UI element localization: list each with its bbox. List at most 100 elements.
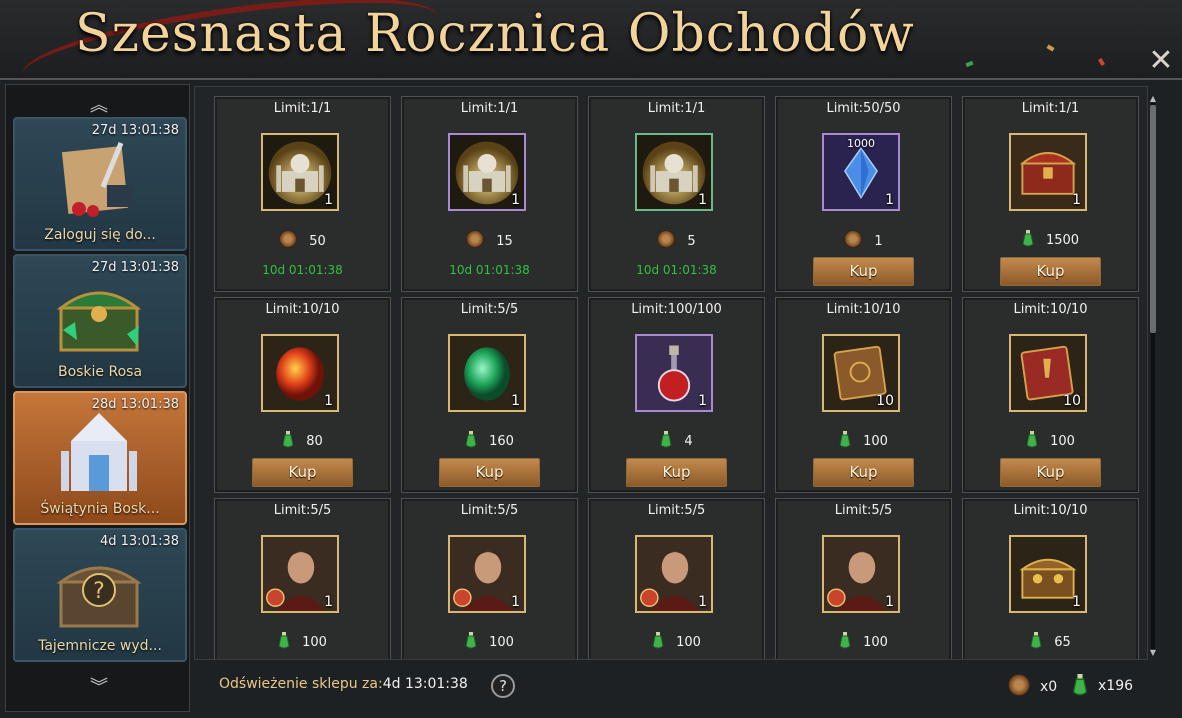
purchase-limit: Limit:10/10 [1013, 302, 1088, 317]
purchase-limit: Limit:50/50 [826, 101, 901, 116]
shop-item-card[interactable]: Limit:5/5 1 160 Kup [401, 297, 578, 493]
potion-icon [839, 431, 851, 448]
shop-item-card[interactable]: Limit:1/1 1 1500 Kup [962, 96, 1139, 292]
sidebar-item-label: Świątynia Bosk... [40, 501, 160, 517]
item-icon-frame[interactable]: 1000 1 [822, 133, 900, 211]
shop-item-card[interactable]: Limit:5/5 1 100 [214, 498, 391, 659]
header-bar: Szesnasta Rocznica Obchodów ✕ [0, 0, 1182, 113]
item-quantity: 1 [698, 192, 707, 208]
buy-button[interactable]: Kup [813, 458, 914, 487]
emerald-chest-icon [51, 274, 147, 360]
purchase-limit: Limit:100/100 [631, 302, 722, 317]
price-value: 5 [687, 234, 696, 249]
shop-item-card[interactable]: Limit:10/10 10 100 Kup [775, 297, 952, 493]
item-icon-frame[interactable]: 1 [448, 334, 526, 412]
item-icon-frame[interactable]: 10 [1009, 334, 1087, 412]
item-quantity: 10 [1063, 393, 1081, 409]
price-value: 65 [1054, 635, 1071, 650]
scrollbar[interactable]: ▲ ▼ [1148, 95, 1158, 657]
purchase-limit: Limit:1/1 [647, 101, 706, 116]
item-icon-frame[interactable]: 1 [822, 535, 900, 613]
buy-button[interactable]: Kup [1000, 257, 1101, 286]
coin-icon [466, 230, 485, 248]
shop-item-card[interactable]: Limit:10/10 10 100 Kup [962, 297, 1139, 493]
item-price: 100 [402, 632, 577, 650]
mystery-chest-icon: ? [51, 548, 147, 634]
item-quantity: 1 [511, 393, 520, 409]
item-icon-frame[interactable]: 1 [635, 133, 713, 211]
scroll-down-icon[interactable]: ︾ [86, 673, 112, 698]
item-icon-frame[interactable]: 1 [261, 535, 339, 613]
item-quantity: 1 [1072, 192, 1081, 208]
shop-item-card[interactable]: Limit:10/10 1 80 Kup [214, 297, 391, 493]
sidebar-item[interactable]: 27d 13:01:38 Boskie Rosa [13, 254, 187, 388]
item-icon-frame[interactable]: 1 [448, 133, 526, 211]
item-icon-frame[interactable]: 1 [261, 334, 339, 412]
sidebar-item[interactable]: 28d 13:01:38 Świątynia Bosk... [13, 391, 187, 525]
shop-item-card[interactable]: Limit:1/1 1 5 10d 01:01:38 [588, 96, 765, 292]
shop-item-card[interactable]: Limit:1/1 1 15 10d 01:01:38 [401, 96, 578, 292]
scroll-down-arrow-icon[interactable]: ▼ [1148, 649, 1158, 657]
scroll-up-icon[interactable]: ︽ [86, 91, 112, 116]
price-value: 100 [863, 635, 888, 650]
event-timer: 4d 13:01:38 [99, 534, 179, 549]
temple-icon [51, 411, 147, 497]
price-value: 100 [1050, 434, 1075, 449]
item-quantity: 1 [885, 192, 894, 208]
purchase-limit: Limit:1/1 [273, 101, 332, 116]
coin-icon [279, 230, 298, 248]
confetti [1098, 57, 1105, 67]
item-quantity: 1 [324, 192, 333, 208]
shop-item-card[interactable]: Limit:5/5 1 100 [588, 498, 765, 659]
offer-timer: 10d 01:01:38 [449, 263, 530, 277]
shop-item-card[interactable]: Limit:50/50 1000 1 1 Kup [775, 96, 952, 292]
shop-item-card[interactable]: Limit:10/10 1 65 [962, 498, 1139, 659]
buy-button[interactable]: Kup [626, 458, 727, 487]
shop-item-card[interactable]: Limit:5/5 1 100 [401, 498, 578, 659]
help-icon[interactable]: ? [491, 674, 515, 698]
potion-icon [660, 431, 672, 448]
purchase-limit: Limit:5/5 [460, 302, 519, 317]
item-icon-frame[interactable]: 1 [261, 133, 339, 211]
item-icon-frame[interactable]: 1 [635, 334, 713, 412]
event-timer: 27d 13:01:38 [91, 123, 179, 138]
item-icon-frame[interactable]: 1 [1009, 535, 1087, 613]
item-price: 5 [589, 230, 764, 249]
sidebar-item[interactable]: 27d 13:01:38 Zaloguj się do... [13, 117, 187, 251]
price-value: 15 [496, 234, 513, 249]
purchase-limit: Limit:5/5 [834, 503, 893, 518]
offer-timer: 10d 01:01:38 [262, 263, 343, 277]
sidebar-item[interactable]: 4d 13:01:38? Tajemnicze wyd... [13, 528, 187, 662]
potion-icon [1026, 431, 1038, 448]
svg-text:?: ? [93, 579, 105, 604]
offer-timer: 10d 01:01:38 [636, 263, 717, 277]
shop-item-card[interactable]: Limit:100/100 1 4 Kup [588, 297, 765, 493]
item-price: 1 [776, 230, 951, 249]
sidebar-item-label: Tajemnicze wyd... [38, 638, 162, 654]
buy-button[interactable]: Kup [1000, 458, 1101, 487]
item-icon-frame[interactable]: 1 [635, 535, 713, 613]
shop-item-card[interactable]: Limit:1/1 1 50 10d 01:01:38 [214, 96, 391, 292]
price-value: 50 [309, 234, 326, 249]
buy-button[interactable]: Kup [439, 458, 540, 487]
buy-button[interactable]: Kup [813, 257, 914, 286]
item-icon-frame[interactable]: 10 [822, 334, 900, 412]
item-quantity: 1 [324, 594, 333, 610]
purchase-limit: Limit:10/10 [826, 302, 901, 317]
price-value: 100 [489, 635, 514, 650]
item-quantity: 1 [885, 594, 894, 610]
shop-item-card[interactable]: Limit:5/5 1 100 [775, 498, 952, 659]
confetti [965, 60, 974, 68]
page-title: Szesnasta Rocznica Obchodów [75, 4, 915, 64]
scroll-up-arrow-icon[interactable]: ▲ [1148, 95, 1158, 103]
close-icon[interactable]: ✕ [1146, 46, 1176, 76]
item-icon-frame[interactable]: 1 [448, 535, 526, 613]
item-price: 50 [215, 230, 390, 249]
scroll-thumb[interactable] [1150, 105, 1156, 333]
item-quantity: 1 [698, 393, 707, 409]
item-price: 4 [589, 431, 764, 449]
item-icon-frame[interactable]: 1 [1009, 133, 1087, 211]
sidebar-item-label: Boskie Rosa [57, 364, 143, 380]
item-price: 1500 [963, 230, 1138, 248]
buy-button[interactable]: Kup [252, 458, 353, 487]
